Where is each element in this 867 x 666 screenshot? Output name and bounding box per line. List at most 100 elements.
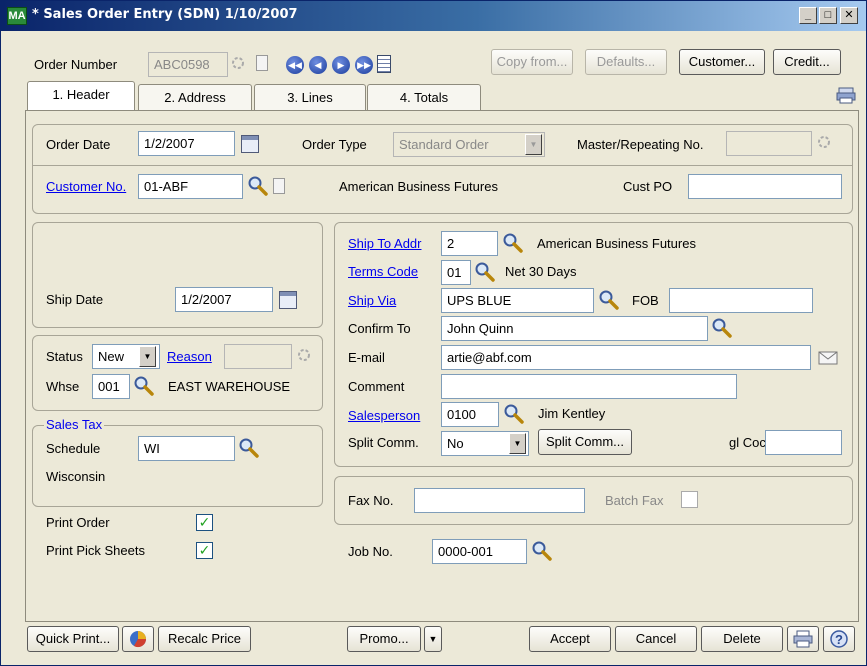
ship-via-link[interactable]: Ship Via (348, 293, 396, 308)
promo-dropdown-icon[interactable]: ▼ (424, 626, 442, 652)
order-number-label: Order Number (34, 57, 118, 72)
lookup-icon[interactable] (230, 55, 246, 71)
recalc-price-button[interactable]: Recalc Price (158, 626, 251, 652)
customer-button[interactable]: Customer... (679, 49, 765, 75)
promo-button[interactable]: Promo... (347, 626, 421, 652)
print-order-checkbox[interactable]: ✓ (196, 514, 213, 531)
chart-button[interactable] (122, 626, 154, 652)
customer-no-field[interactable]: 01-ABF (138, 174, 243, 199)
split-comm-button[interactable]: Split Comm... (538, 429, 632, 455)
next-record-icon[interactable]: ▶ (332, 56, 350, 74)
salesperson-field[interactable]: 0100 (441, 402, 499, 427)
last-record-icon[interactable]: ▶▶ (355, 56, 373, 74)
master-repeating-label: Master/Repeating No. (577, 137, 704, 152)
order-number-field[interactable]: ABC0598 (148, 52, 228, 77)
app-icon: MA (7, 7, 27, 25)
split-comm-dropdown-icon[interactable]: ▼ (509, 433, 526, 454)
sales-order-window: MA * Sales Order Entry (SDN) 1/10/2007 _… (0, 0, 867, 666)
gl-coc-field[interactable] (765, 430, 842, 455)
print-pick-sheets-checkbox[interactable]: ✓ (196, 542, 213, 559)
envelope-icon[interactable] (818, 351, 838, 365)
search-icon[interactable] (531, 540, 553, 562)
search-icon[interactable] (503, 403, 525, 425)
order-date-field[interactable]: 1/2/2007 (138, 131, 235, 156)
search-icon[interactable] (598, 289, 620, 311)
job-no-field[interactable]: 0000-001 (432, 539, 527, 564)
fax-group (334, 476, 853, 525)
schedule-field[interactable]: WI (138, 436, 235, 461)
order-type-label: Order Type (302, 137, 367, 152)
close-button[interactable]: ✕ (840, 7, 858, 24)
ship-date-group (32, 222, 323, 328)
terms-name: Net 30 Days (505, 264, 577, 279)
accept-button[interactable]: Accept (529, 626, 611, 652)
reason-link[interactable]: Reason (167, 349, 212, 364)
master-repeating-field[interactable] (726, 131, 812, 156)
fax-label: Fax No. (348, 493, 394, 508)
page-icon[interactable] (256, 55, 268, 71)
email-label: E-mail (348, 350, 385, 365)
first-record-icon[interactable]: ◀◀ (286, 56, 304, 74)
customer-no-link[interactable]: Customer No. (46, 179, 126, 194)
search-icon[interactable] (711, 317, 733, 339)
title-bar[interactable]: MA * Sales Order Entry (SDN) 1/10/2007 _… (1, 1, 866, 31)
search-icon[interactable] (502, 232, 524, 254)
cust-po-field[interactable] (688, 174, 842, 199)
previous-record-icon[interactable]: ◀ (309, 56, 327, 74)
pie-chart-icon (130, 631, 147, 648)
email-field[interactable]: artie@abf.com (441, 345, 811, 370)
search-icon[interactable] (133, 375, 155, 397)
memo-icon[interactable] (377, 55, 391, 73)
order-type-dropdown-icon[interactable]: ▼ (525, 134, 542, 155)
maximize-button[interactable]: □ (819, 7, 837, 24)
fob-field[interactable] (669, 288, 813, 313)
calendar-icon[interactable] (241, 135, 259, 153)
order-type-select[interactable]: Standard Order (393, 132, 545, 157)
schedule-label: Schedule (46, 441, 101, 456)
terms-code-field[interactable]: 01 (441, 260, 471, 285)
fax-field[interactable] (414, 488, 585, 513)
cancel-button[interactable]: Cancel (615, 626, 697, 652)
tab-header[interactable]: 1. Header (27, 81, 135, 111)
quick-print-button[interactable]: Quick Print... (27, 626, 119, 652)
ship-date-field[interactable]: 1/2/2007 (175, 287, 273, 312)
schedule-name: Wisconsin (46, 469, 106, 484)
status-dropdown-icon[interactable]: ▼ (139, 346, 156, 367)
defaults-button[interactable]: Defaults... (585, 49, 667, 75)
batch-fax-checkbox[interactable] (681, 491, 698, 508)
search-icon[interactable] (247, 175, 269, 197)
lookup-icon[interactable] (816, 134, 832, 150)
delete-button[interactable]: Delete (701, 626, 783, 652)
printer-settings-icon[interactable] (836, 85, 856, 105)
job-no-label: Job No. (348, 544, 393, 559)
search-icon[interactable] (238, 437, 260, 459)
print-pick-sheets-label: Print Pick Sheets (46, 543, 145, 558)
credit-button[interactable]: Credit... (773, 49, 841, 75)
salesperson-link[interactable]: Salesperson (348, 408, 420, 423)
calendar-icon[interactable] (279, 291, 297, 309)
comment-field[interactable] (441, 374, 737, 399)
confirm-to-label: Confirm To (348, 321, 411, 336)
terms-code-link[interactable]: Terms Code (348, 264, 418, 279)
copy-from-button[interactable]: Copy from... (491, 49, 573, 75)
fob-label: FOB (632, 293, 659, 308)
window-title: * Sales Order Entry (SDN) 1/10/2007 (32, 7, 298, 22)
ship-to-addr-link[interactable]: Ship To Addr (348, 236, 421, 251)
minimize-button[interactable]: _ (799, 7, 817, 24)
tab-totals[interactable]: 4. Totals (367, 84, 481, 111)
reason-field[interactable] (224, 344, 292, 369)
cust-po-label: Cust PO (623, 179, 673, 194)
lookup-icon[interactable] (296, 347, 312, 363)
ship-to-addr-field[interactable]: 2 (441, 231, 498, 256)
search-icon[interactable] (474, 261, 496, 283)
whse-field[interactable]: 001 (92, 374, 130, 399)
sales-tax-title: Sales Tax (44, 417, 105, 432)
tab-address[interactable]: 2. Address (138, 84, 252, 111)
help-button[interactable]: ? (823, 626, 855, 652)
page-icon[interactable] (273, 178, 285, 194)
ship-via-field[interactable]: UPS BLUE (441, 288, 594, 313)
confirm-to-field[interactable]: John Quinn (441, 316, 708, 341)
customer-name: American Business Futures (339, 179, 498, 194)
tab-lines[interactable]: 3. Lines (254, 84, 366, 111)
print-button[interactable] (787, 626, 819, 652)
